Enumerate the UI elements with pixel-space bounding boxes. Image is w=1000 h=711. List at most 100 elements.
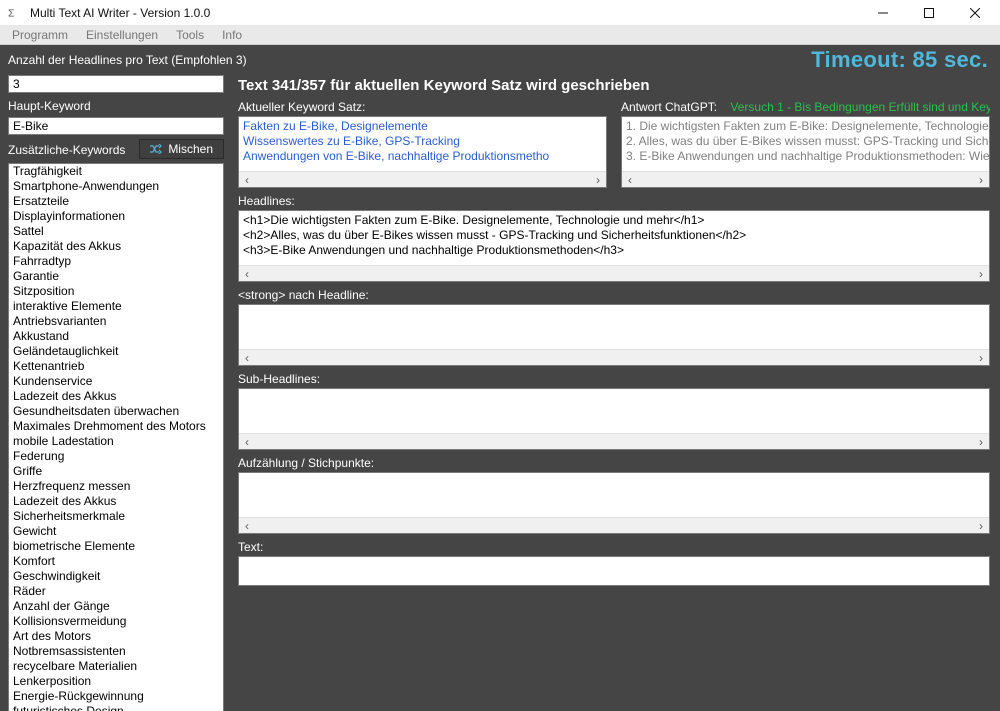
list-item[interactable]: Smartphone-Anwendungen — [9, 179, 223, 194]
maximize-button[interactable] — [906, 0, 952, 26]
list-item[interactable]: Displayinformationen — [9, 209, 223, 224]
mix-button[interactable]: Mischen — [139, 139, 224, 159]
answer-label: Antwort ChatGPT: Versuch 1 - Bis Bedingu… — [621, 100, 990, 114]
subheadlines-textarea[interactable] — [239, 389, 989, 433]
h-scrollbar[interactable]: ‹ › — [622, 171, 989, 187]
scroll-left-icon[interactable]: ‹ — [239, 518, 255, 534]
answer-line: 3. E-Bike Anwendungen und nachhaltige Pr… — [626, 149, 985, 164]
list-item[interactable]: Federung — [9, 449, 223, 464]
extra-keywords-label: Zusätzliche-Keywords — [8, 143, 133, 157]
keyword-set-line: Anwendungen von E-Bike, nachhaltige Prod… — [243, 149, 602, 164]
list-item[interactable]: Kapazität des Akkus — [9, 239, 223, 254]
list-item[interactable]: Sicherheitsmerkmale — [9, 509, 223, 524]
menubar: Programm Einstellungen Tools Info — [0, 26, 1000, 45]
list-item[interactable]: Gesundheitsdaten überwachen — [9, 404, 223, 419]
list-item[interactable]: mobile Ladestation — [9, 434, 223, 449]
scroll-right-icon[interactable]: › — [973, 266, 989, 282]
list-item[interactable]: Herzfrequenz messen — [9, 479, 223, 494]
list-item[interactable]: Griffe — [9, 464, 223, 479]
answer-status: Versuch 1 - Bis Bedingungen Erfüllt sind… — [730, 100, 990, 114]
strong-textarea[interactable] — [239, 305, 989, 349]
headlines-textarea[interactable] — [239, 211, 989, 265]
scroll-left-icon[interactable]: ‹ — [239, 350, 255, 366]
list-item[interactable]: Lenkerposition — [9, 674, 223, 689]
scroll-left-icon[interactable]: ‹ — [622, 172, 638, 188]
h-scrollbar[interactable]: ‹› — [239, 517, 989, 533]
headline-count-input[interactable] — [8, 75, 224, 93]
menu-tools[interactable]: Tools — [168, 26, 212, 44]
list-item[interactable]: Kollisionsvermeidung — [9, 614, 223, 629]
bullets-textarea[interactable] — [239, 473, 989, 517]
h-scrollbar[interactable]: ‹› — [239, 265, 989, 281]
scroll-right-icon[interactable]: › — [973, 518, 989, 534]
main-keyword-input[interactable] — [8, 117, 224, 135]
list-item[interactable]: Geländetauglichkeit — [9, 344, 223, 359]
text-textarea[interactable] — [239, 557, 989, 585]
answer-box[interactable]: 1. Die wichtigsten Fakten zum E-Bike: De… — [621, 116, 990, 188]
list-item[interactable]: Akkustand — [9, 329, 223, 344]
window-title: Multi Text AI Writer - Version 1.0.0 — [30, 6, 860, 20]
list-item[interactable]: Garantie — [9, 269, 223, 284]
h-scrollbar[interactable]: ‹ › — [239, 171, 606, 187]
list-item[interactable]: Tragfähigkeit — [9, 164, 223, 179]
list-item[interactable]: Kettenantrieb — [9, 359, 223, 374]
bullets-label: Aufzählung / Stichpunkte: — [238, 456, 990, 470]
minimize-button[interactable] — [860, 0, 906, 26]
h-scrollbar[interactable]: ‹› — [239, 433, 989, 449]
scroll-right-icon[interactable]: › — [973, 172, 989, 188]
scroll-right-icon[interactable]: › — [973, 350, 989, 366]
answer-line: 1. Die wichtigsten Fakten zum E-Bike: De… — [626, 119, 985, 134]
scroll-left-icon[interactable]: ‹ — [239, 172, 255, 188]
answer-line: 2. Alles, was du über E-Bikes wissen mus… — [626, 134, 985, 149]
timeout-indicator: Timeout: 85 sec. — [811, 47, 988, 73]
list-item[interactable]: Antriebsvarianten — [9, 314, 223, 329]
titlebar: Σ Multi Text AI Writer - Version 1.0.0 — [0, 0, 1000, 26]
mix-button-label: Mischen — [168, 142, 213, 156]
keyword-set-line: Wissenswertes zu E-Bike, GPS-Tracking — [243, 134, 602, 149]
shuffle-icon — [150, 144, 162, 154]
close-button[interactable] — [952, 0, 998, 26]
list-item[interactable]: Anzahl der Gänge — [9, 599, 223, 614]
list-item[interactable]: Sattel — [9, 224, 223, 239]
list-item[interactable]: Geschwindigkeit — [9, 569, 223, 584]
scroll-left-icon[interactable]: ‹ — [239, 434, 255, 450]
list-item[interactable]: biometrische Elemente — [9, 539, 223, 554]
list-item[interactable]: recycelbare Materialien — [9, 659, 223, 674]
list-item[interactable]: interaktive Elemente — [9, 299, 223, 314]
keywords-listbox[interactable]: TragfähigkeitSmartphone-AnwendungenErsat… — [8, 163, 224, 711]
app-icon: Σ — [8, 6, 22, 20]
headlines-label: Headlines: — [238, 194, 990, 208]
list-item[interactable]: Räder — [9, 584, 223, 599]
menu-einstellungen[interactable]: Einstellungen — [78, 26, 166, 44]
scroll-left-icon[interactable]: ‹ — [239, 266, 255, 282]
list-item[interactable]: Energie-Rückgewinnung — [9, 689, 223, 704]
h-scrollbar[interactable]: ‹› — [239, 349, 989, 365]
list-item[interactable]: Kundenservice — [9, 374, 223, 389]
list-item[interactable]: Ladezeit des Akkus — [9, 494, 223, 509]
keyword-set-box[interactable]: Fakten zu E-Bike, DesignelementeWissensw… — [238, 116, 607, 188]
list-item[interactable]: Maximales Drehmoment des Motors — [9, 419, 223, 434]
text-label: Text: — [238, 540, 990, 554]
keyword-set-label: Aktueller Keyword Satz: — [238, 100, 607, 114]
menu-info[interactable]: Info — [214, 26, 250, 44]
right-column: Text 341/357 für aktuellen Keyword Satz … — [238, 75, 990, 711]
list-item[interactable]: Notbremsassistenten — [9, 644, 223, 659]
list-item[interactable]: futuristisches Design — [9, 704, 223, 711]
list-item[interactable]: Komfort — [9, 554, 223, 569]
headline-count-label: Anzahl der Headlines pro Text (Empfohlen… — [8, 53, 247, 67]
top-row: Anzahl der Headlines pro Text (Empfohlen… — [0, 45, 1000, 75]
svg-text:Σ: Σ — [8, 7, 15, 19]
scroll-right-icon[interactable]: › — [590, 172, 606, 188]
main-keyword-label: Haupt-Keyword — [8, 99, 224, 113]
list-item[interactable]: Sitzposition — [9, 284, 223, 299]
list-item[interactable]: Ersatzteile — [9, 194, 223, 209]
keyword-set-line: Fakten zu E-Bike, Designelemente — [243, 119, 602, 134]
list-item[interactable]: Fahrradtyp — [9, 254, 223, 269]
menu-programm[interactable]: Programm — [4, 26, 76, 44]
strong-label: <strong> nach Headline: — [238, 288, 990, 302]
list-item[interactable]: Art des Motors — [9, 629, 223, 644]
subheadlines-label: Sub-Headlines: — [238, 372, 990, 386]
scroll-right-icon[interactable]: › — [973, 434, 989, 450]
list-item[interactable]: Gewicht — [9, 524, 223, 539]
list-item[interactable]: Ladezeit des Akkus — [9, 389, 223, 404]
